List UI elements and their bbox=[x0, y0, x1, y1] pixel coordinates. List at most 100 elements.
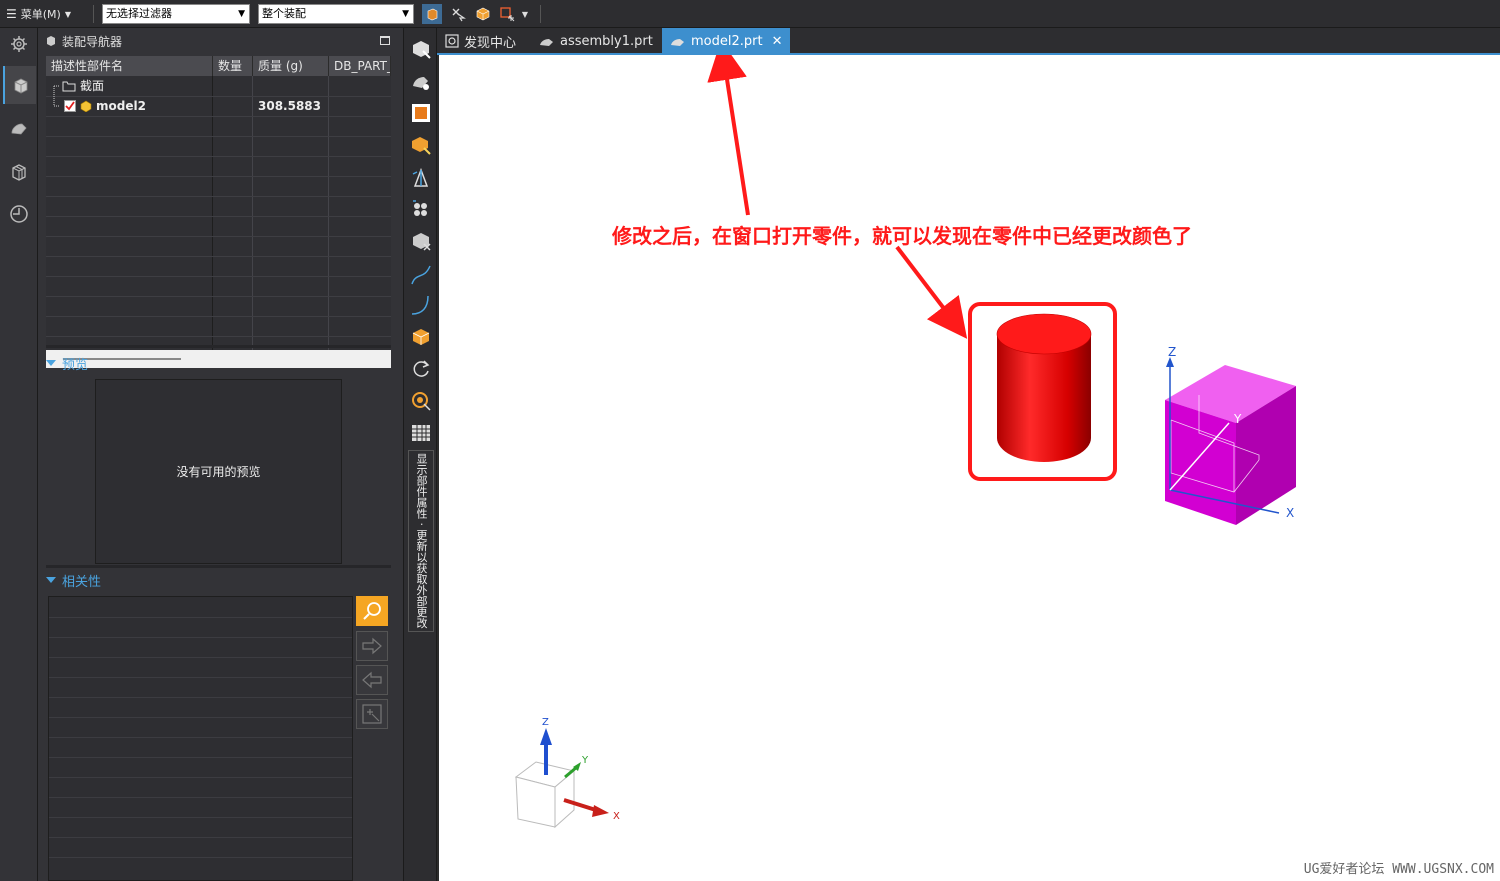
assembly-navigator-icon[interactable] bbox=[3, 66, 36, 104]
assembly-icon bbox=[540, 39, 553, 46]
annotation-arrow-to-part bbox=[895, 245, 968, 339]
top-toolbar: ☰ 菜单(M) ▼ 无选择过滤器 ▼ 整个装配 ▼ ▼ bbox=[0, 0, 1500, 28]
parent-arrow-button[interactable] bbox=[356, 631, 388, 661]
column-divider bbox=[252, 76, 253, 350]
chevron-down-icon: ▼ bbox=[402, 9, 409, 19]
collapse-triangle-icon bbox=[46, 360, 56, 366]
search-dependency-button[interactable] bbox=[356, 596, 388, 626]
magenta-block[interactable] bbox=[1165, 365, 1296, 525]
chevron-down-icon[interactable]: ▼ bbox=[518, 4, 532, 24]
selection-scope-value: 整个装配 bbox=[262, 7, 306, 20]
row-divider bbox=[46, 156, 391, 157]
red-cylinder[interactable] bbox=[996, 313, 1092, 462]
triad-y-label: Y bbox=[581, 755, 589, 766]
list-row-divider bbox=[49, 797, 352, 798]
hamburger-icon: ☰ bbox=[6, 7, 17, 21]
refresh-icon[interactable] bbox=[408, 356, 434, 382]
graphics-window[interactable]: Z X Y Z X Y 修改之后，在窗口打开零件，就可以发现在零件中已经更改颜色… bbox=[439, 55, 1500, 881]
panel-title-bar: 装配导航器 bbox=[38, 28, 394, 54]
tree-row-label: model2 bbox=[96, 99, 146, 113]
selection-mode-icon[interactable] bbox=[497, 4, 517, 24]
chevron-down-icon: ▼ bbox=[64, 9, 71, 19]
light-source-icon[interactable] bbox=[408, 164, 434, 190]
tree-row-section[interactable]: 截面 bbox=[62, 76, 104, 96]
preview-header-label: 预览 bbox=[62, 357, 89, 373]
vertical-command-label[interactable]: 显示部件属性 · 更新以获取外部更改 bbox=[410, 453, 432, 629]
collapse-triangle-icon bbox=[46, 577, 56, 583]
document-tabs: 发现中心 assembly1.prt model2.prt ✕ bbox=[437, 28, 1500, 54]
selection-filter-dropdown[interactable]: 无选择过滤器 ▼ bbox=[102, 4, 250, 24]
column-header-quantity[interactable]: 数量 bbox=[213, 56, 253, 76]
column-header-db-part[interactable]: DB_PART_ bbox=[329, 56, 391, 76]
list-row-divider bbox=[49, 837, 352, 838]
chevron-down-icon: ▼ bbox=[238, 9, 245, 19]
column-header-name[interactable]: 描述性部件名 bbox=[46, 56, 213, 76]
tab-model2[interactable]: model2.prt ✕ bbox=[662, 28, 791, 54]
panel-title: 装配导航器 bbox=[62, 34, 123, 49]
maximize-icon[interactable] bbox=[380, 36, 390, 45]
reuse-library-icon[interactable] bbox=[5, 158, 33, 186]
list-row-divider bbox=[49, 677, 352, 678]
row-divider bbox=[46, 336, 391, 337]
magnifier-icon bbox=[363, 602, 381, 620]
settings-gear-icon[interactable] bbox=[5, 30, 33, 58]
motion-icon[interactable] bbox=[408, 388, 434, 414]
panel-splitter[interactable] bbox=[46, 345, 391, 348]
horizontal-scrollbar[interactable] bbox=[46, 350, 391, 368]
arc-curve-icon[interactable] bbox=[408, 292, 434, 318]
dependency-section-header[interactable]: 相关性 bbox=[46, 569, 101, 591]
tab-assembly1[interactable]: assembly1.prt bbox=[531, 28, 661, 54]
row-divider bbox=[46, 316, 391, 317]
panel-splitter[interactable] bbox=[46, 565, 391, 568]
history-clock-icon[interactable] bbox=[5, 200, 33, 228]
row-divider bbox=[46, 296, 391, 297]
part-display-icon[interactable] bbox=[408, 68, 434, 94]
select-component-icon[interactable] bbox=[422, 4, 442, 24]
row-divider bbox=[46, 236, 391, 237]
discovery-icon bbox=[445, 34, 459, 48]
hide-body-icon[interactable] bbox=[408, 228, 434, 254]
viewport-graphics: Z X Y Z X Y bbox=[514, 55, 1296, 829]
snap-point-icon[interactable] bbox=[448, 4, 468, 24]
list-row-divider bbox=[49, 637, 352, 638]
child-arrow-button[interactable] bbox=[356, 665, 388, 695]
face-color-icon[interactable] bbox=[408, 100, 434, 126]
body-filter-icon[interactable] bbox=[473, 4, 493, 24]
row-divider bbox=[46, 276, 391, 277]
nx-window: ☰ 菜单(M) ▼ 无选择过滤器 ▼ 整个装配 ▼ ▼ 装配导航器 描述性部件名… bbox=[0, 0, 1500, 881]
list-row-divider bbox=[49, 857, 352, 858]
list-row-divider bbox=[49, 697, 352, 698]
dependency-header-label: 相关性 bbox=[62, 574, 102, 590]
preview-area: 没有可用的预览 bbox=[95, 379, 342, 564]
display-edit-icon[interactable] bbox=[408, 36, 434, 62]
view-triad[interactable]: Z X Y bbox=[514, 717, 620, 829]
assembly-navigator-panel: 装配导航器 描述性部件名 数量 质量 (g) DB_PART_ 截面 model… bbox=[38, 28, 403, 881]
resource-bar bbox=[0, 28, 38, 881]
triad-z-label: Z bbox=[542, 717, 549, 728]
expand-dependency-button[interactable] bbox=[356, 699, 388, 729]
tree-row-model2[interactable]: model2 bbox=[64, 96, 146, 116]
list-row-divider bbox=[49, 817, 352, 818]
preview-section-header[interactable]: 预览 bbox=[46, 352, 88, 374]
csys-z-label: Z bbox=[1168, 345, 1176, 359]
main-menu-button[interactable]: ☰ 菜单(M) ▼ bbox=[6, 5, 71, 23]
dependency-list bbox=[48, 596, 353, 881]
material-icon[interactable] bbox=[408, 196, 434, 222]
column-header-mass[interactable]: 质量 (g) bbox=[253, 56, 329, 76]
list-row-divider bbox=[49, 717, 352, 718]
list-row-divider bbox=[49, 777, 352, 778]
spline-curve-icon[interactable] bbox=[408, 262, 434, 288]
row-divider bbox=[46, 196, 391, 197]
selection-filter-value: 无选择过滤器 bbox=[106, 7, 172, 20]
close-tab-icon[interactable]: ✕ bbox=[772, 34, 783, 49]
row-divider bbox=[46, 216, 391, 217]
folder-icon bbox=[62, 81, 76, 92]
solid-body-icon[interactable] bbox=[408, 324, 434, 350]
spreadsheet-icon[interactable] bbox=[408, 420, 434, 446]
selection-scope-dropdown[interactable]: 整个装配 ▼ bbox=[258, 4, 414, 24]
visibility-checkbox[interactable] bbox=[64, 100, 76, 112]
tab-discovery-center[interactable]: 发现中心 bbox=[437, 28, 524, 54]
part-navigator-icon[interactable] bbox=[5, 114, 33, 142]
body-color-edit-icon[interactable] bbox=[408, 132, 434, 158]
menu-label: 菜单(M) bbox=[20, 8, 61, 21]
